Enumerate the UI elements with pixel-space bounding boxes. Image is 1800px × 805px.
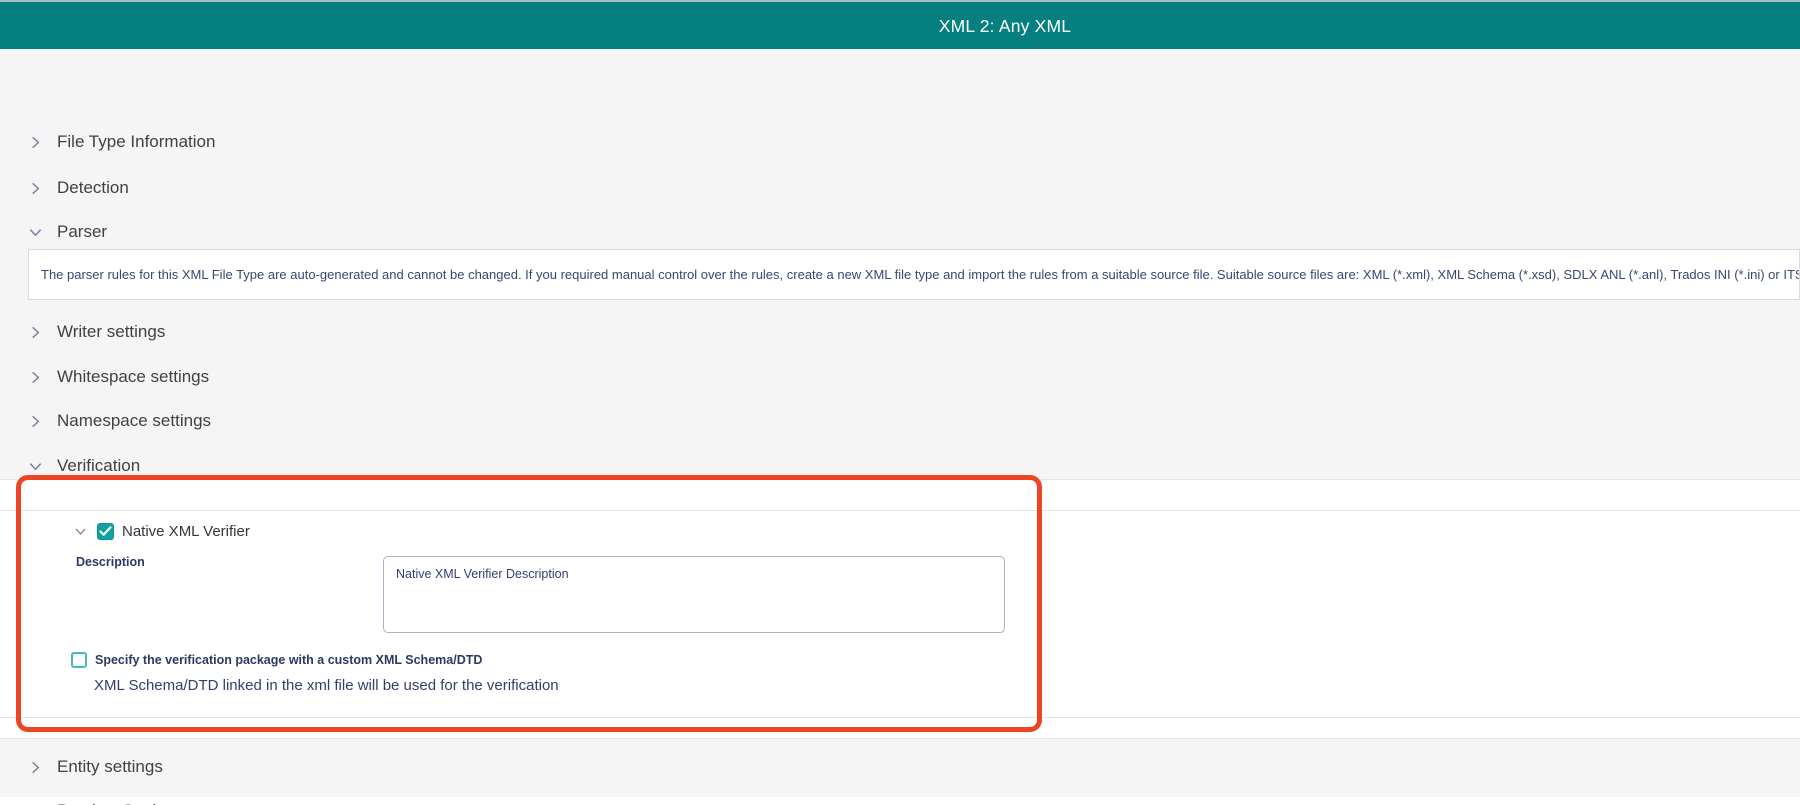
section-label: Verification: [57, 456, 140, 476]
native-xml-verifier-row[interactable]: Native XML Verifier: [74, 520, 250, 542]
chevron-down-icon: [28, 459, 43, 474]
custom-schema-hint: XML Schema/DTD linked in the xml file wi…: [94, 677, 559, 694]
chevron-right-icon: [28, 325, 43, 340]
chevron-right-icon: [28, 135, 43, 150]
section-file-type-information[interactable]: File Type Information: [28, 130, 215, 154]
verification-panel: Native XML Verifier Description Native X…: [0, 479, 1800, 739]
section-label: Preview Settings: [57, 801, 184, 805]
section-namespace-settings[interactable]: Namespace settings: [28, 409, 211, 433]
divider: [0, 717, 1800, 718]
section-verification[interactable]: Verification: [28, 454, 140, 478]
divider: [0, 510, 1800, 511]
chevron-right-icon: [28, 760, 43, 775]
custom-schema-checkbox[interactable]: [71, 652, 87, 668]
section-detection[interactable]: Detection: [28, 176, 129, 200]
section-label: Detection: [57, 178, 129, 198]
section-writer-settings[interactable]: Writer settings: [28, 320, 165, 344]
chevron-right-icon: [28, 370, 43, 385]
native-xml-verifier-checkbox[interactable]: [97, 523, 114, 540]
parser-info-text: The parser rules for this XML File Type …: [41, 267, 1800, 282]
chevron-right-icon: [28, 414, 43, 429]
section-label: Writer settings: [57, 322, 165, 342]
parser-info-banner: The parser rules for this XML File Type …: [28, 249, 1800, 300]
content-area: File Type Information Detection Parser T…: [0, 49, 1800, 797]
section-entity-settings[interactable]: Entity settings: [28, 755, 163, 779]
section-label: File Type Information: [57, 132, 215, 152]
chevron-down-icon: [28, 225, 43, 240]
custom-schema-label: Specify the verification package with a …: [95, 653, 482, 667]
description-textarea[interactable]: Native XML Verifier Description: [383, 556, 1005, 633]
section-parser[interactable]: Parser: [28, 220, 107, 244]
section-label: Parser: [57, 222, 107, 242]
native-xml-verifier-label: Native XML Verifier: [122, 523, 250, 540]
settings-page: XML 2: Any XML File Type Information Det…: [0, 0, 1800, 805]
section-label: Namespace settings: [57, 411, 211, 431]
page-title: XML 2: Any XML: [939, 16, 1072, 37]
title-bar: XML 2: Any XML: [0, 2, 1800, 49]
description-label: Description: [76, 555, 145, 569]
section-label: Entity settings: [57, 757, 163, 777]
section-whitespace-settings[interactable]: Whitespace settings: [28, 365, 209, 389]
section-preview-settings[interactable]: Preview Settings: [28, 799, 184, 805]
chevron-down-icon: [74, 524, 87, 539]
custom-schema-row[interactable]: Specify the verification package with a …: [71, 650, 482, 670]
section-label: Whitespace settings: [57, 367, 209, 387]
chevron-right-icon: [28, 181, 43, 196]
